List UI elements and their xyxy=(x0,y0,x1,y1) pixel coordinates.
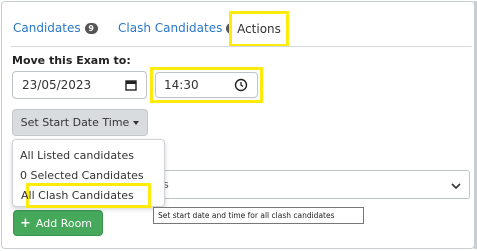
add-room-button[interactable]: + Add Room xyxy=(13,210,103,236)
date-input[interactable]: 23/05/2023 xyxy=(12,71,147,99)
tab-divider xyxy=(11,46,472,47)
date-value: 23/05/2023 xyxy=(22,78,92,92)
tab-clash-candidates-label: Clash Candidates xyxy=(118,21,223,35)
tab-candidates-label: Candidates xyxy=(13,21,81,35)
tab-clash-candidates[interactable]: Clash Candidates 9 xyxy=(118,21,240,35)
caret-down-icon xyxy=(133,120,140,125)
set-start-datetime-label: Set Start Date Time xyxy=(20,116,130,129)
tab-actions-label: Actions xyxy=(237,22,281,36)
move-exam-label: Move this Exam to: xyxy=(12,54,131,67)
set-start-datetime-button[interactable]: Set Start Date Time xyxy=(12,109,148,136)
menu-item-selected[interactable]: 0 Selected Candidates xyxy=(20,169,144,182)
candidates-count-badge: 9 xyxy=(84,22,98,34)
time-value: 14:30 xyxy=(164,78,199,92)
clock-icon[interactable] xyxy=(234,78,248,95)
plus-icon: + xyxy=(20,215,31,231)
chevron-down-icon xyxy=(451,180,461,193)
tab-candidates[interactable]: Candidates 9 xyxy=(13,21,98,35)
calendar-icon[interactable] xyxy=(125,78,137,95)
add-room-label: Add Room xyxy=(35,216,93,230)
menu-item-all-clash-label: All Clash Candidates xyxy=(21,189,134,202)
room-select[interactable]: s xyxy=(152,170,470,199)
tooltip: Set start date and time for all clash ca… xyxy=(153,207,364,224)
menu-item-all-clash[interactable]: All Clash Candidates xyxy=(21,183,151,208)
menu-item-all-listed[interactable]: All Listed candidates xyxy=(20,149,134,162)
time-input[interactable]: 14:30 xyxy=(155,72,258,98)
tab-actions[interactable]: Actions xyxy=(229,11,289,47)
